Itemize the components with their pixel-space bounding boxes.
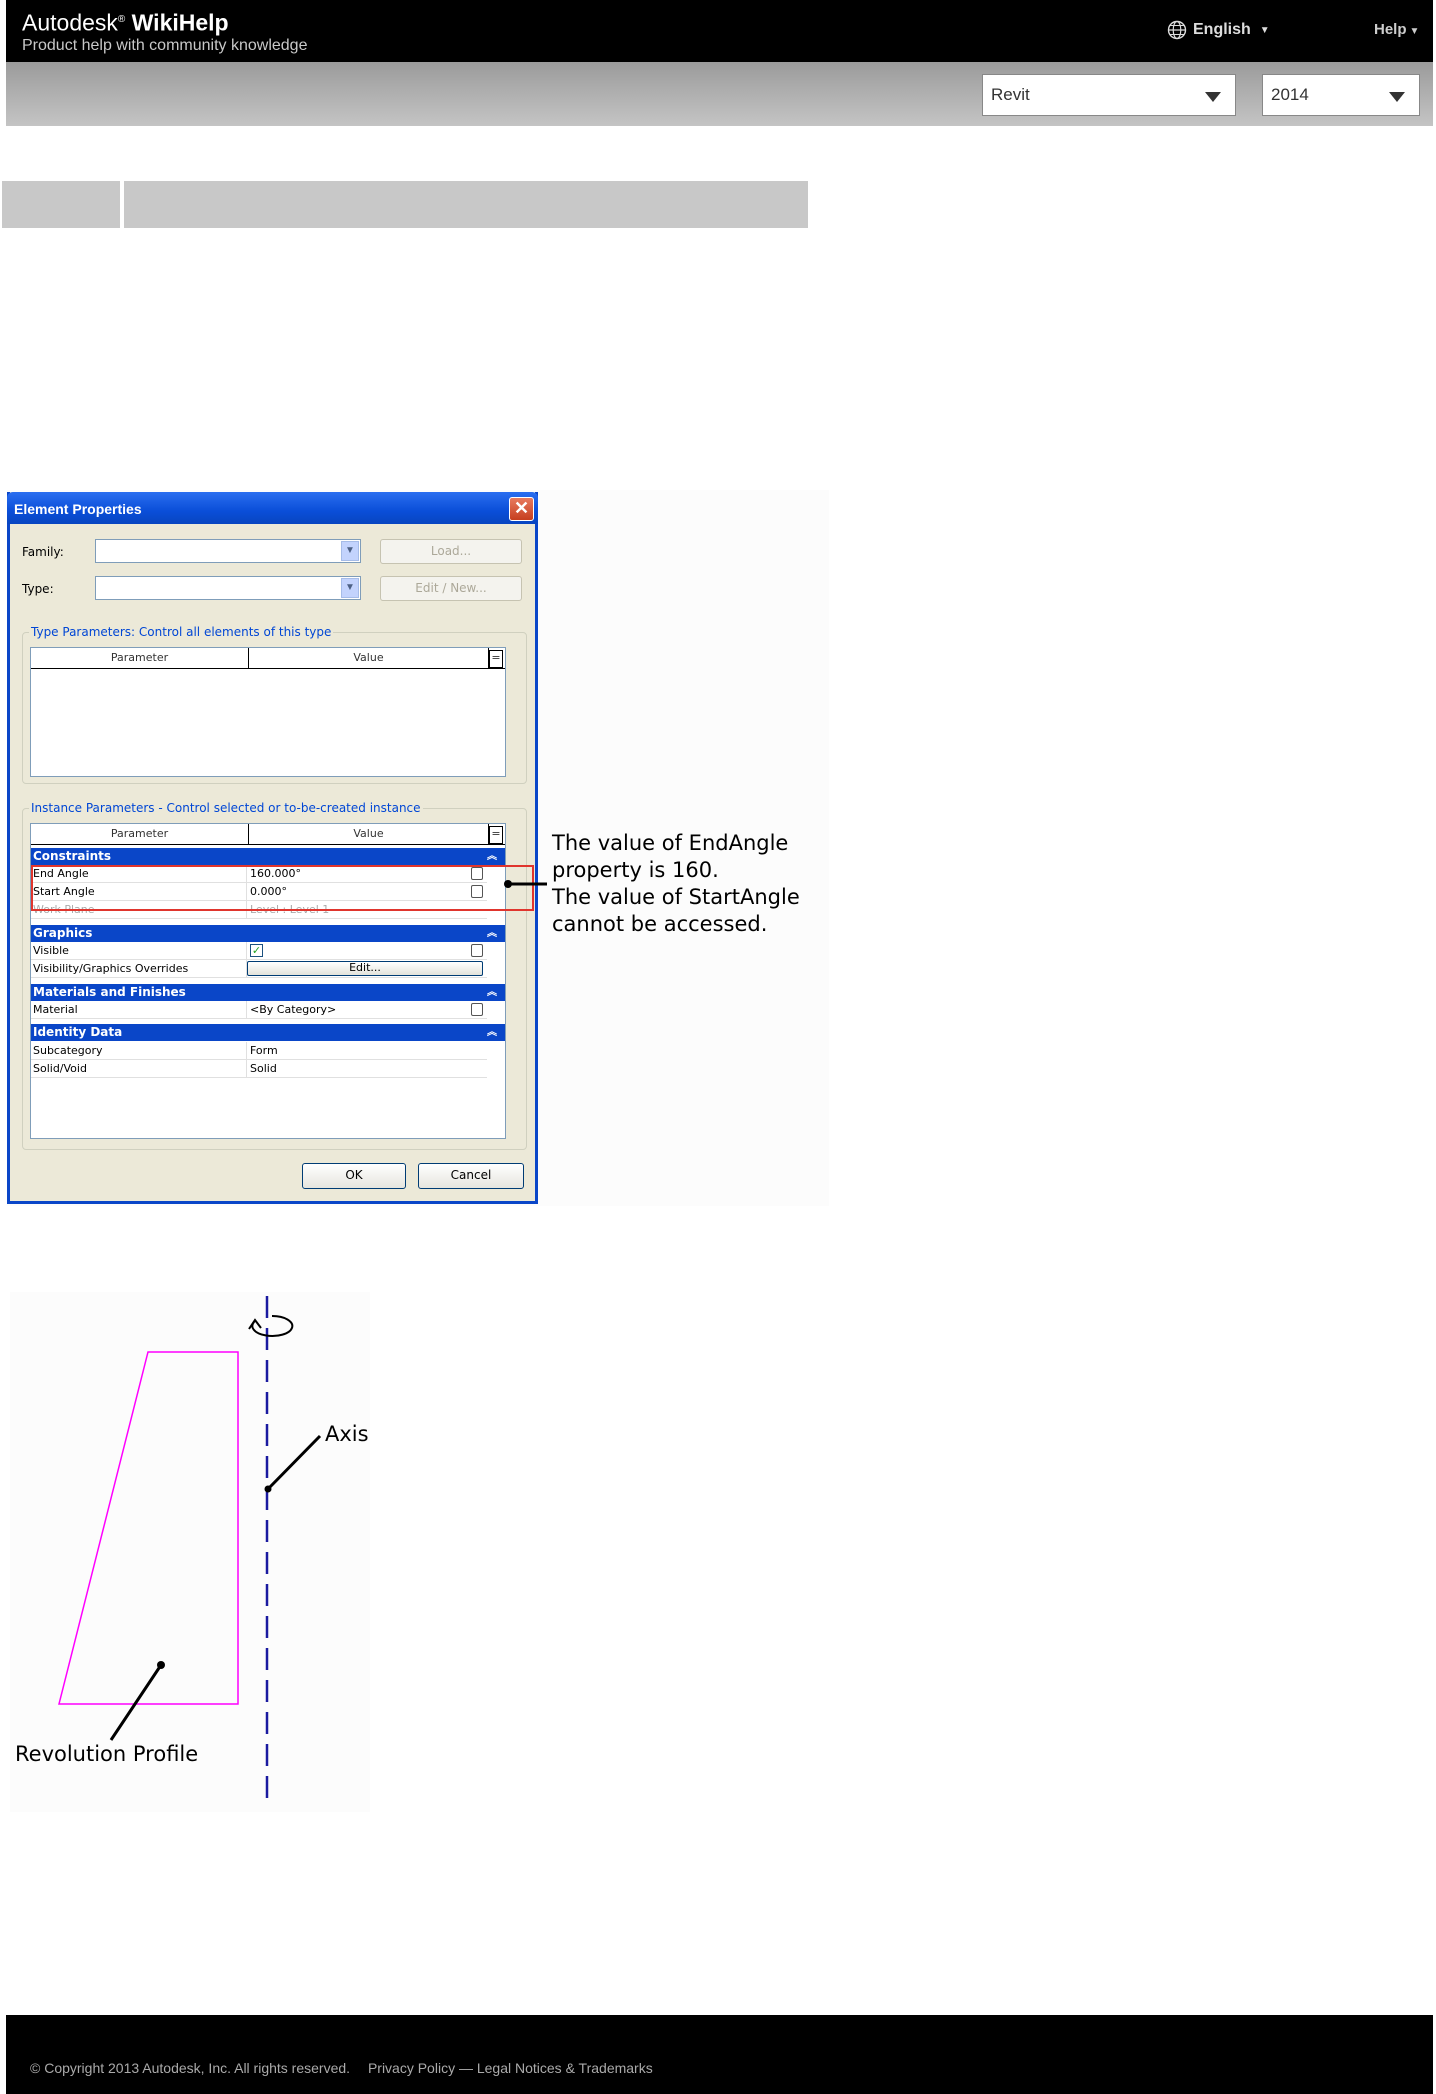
callout-line: The value of StartAngle	[552, 885, 800, 909]
revolution-profile-shape	[58, 1351, 239, 1705]
copyright-text: © Copyright 2013 Autodesk, Inc. All righ…	[30, 2060, 351, 2076]
privacy-policy-link[interactable]: Privacy Policy	[368, 2060, 455, 2076]
dropdown-arrow-icon	[1389, 92, 1405, 102]
brand-logo[interactable]: Autodesk® WikiHelp Product help with com…	[22, 6, 307, 55]
revolution-profile-label: Revolution Profile	[15, 1742, 199, 1766]
help-menu[interactable]: Help ▼	[1374, 21, 1419, 38]
year-select[interactable]: 2014	[1262, 74, 1420, 116]
language-menu[interactable]: English ▼	[1167, 20, 1270, 40]
breadcrumb-bar	[124, 181, 808, 228]
callout-line: cannot be accessed.	[552, 912, 768, 936]
callout-line: property is 160.	[552, 858, 719, 882]
help-label: Help	[1374, 21, 1407, 38]
axis-label: Axis	[325, 1422, 369, 1446]
breadcrumb-block	[2, 181, 120, 228]
revolution-figure: Axis Revolution Profile	[10, 1292, 370, 1812]
language-label: English	[1193, 21, 1251, 38]
chevron-down-icon: ▼	[1409, 26, 1420, 37]
product-toolbar: Revit 2014	[6, 62, 1433, 126]
revolution-drawing	[58, 1296, 322, 1808]
product-select[interactable]: Revit	[982, 74, 1236, 116]
globe-icon	[1167, 20, 1187, 40]
dropdown-arrow-icon	[1205, 92, 1221, 102]
brand-tagline: Product help with community knowledge	[22, 36, 308, 54]
footer-separator: —	[458, 2060, 473, 2076]
element-properties-figure: Element Properties ✕ Family: ▼ Load... T…	[7, 490, 829, 1206]
year-select-value: 2014	[1271, 85, 1309, 104]
site-footer: © Copyright 2013 Autodesk, Inc. All righ…	[6, 2015, 1433, 2094]
rotation-arrow-icon	[248, 1314, 294, 1337]
product-select-value: Revit	[991, 85, 1030, 104]
callout-text: The value of EndAngle property is 160. T…	[552, 830, 800, 938]
legal-notices-link[interactable]: Legal Notices & Trademarks	[477, 2060, 653, 2076]
chevron-down-icon: ▼	[1259, 24, 1270, 36]
brand-product: WikiHelp	[131, 9, 229, 36]
axis-leader	[266, 1434, 322, 1491]
callout-line: The value of EndAngle	[552, 831, 789, 855]
site-header: Autodesk® WikiHelp Product help with com…	[6, 0, 1433, 62]
brand-name: Autodesk	[22, 9, 118, 36]
